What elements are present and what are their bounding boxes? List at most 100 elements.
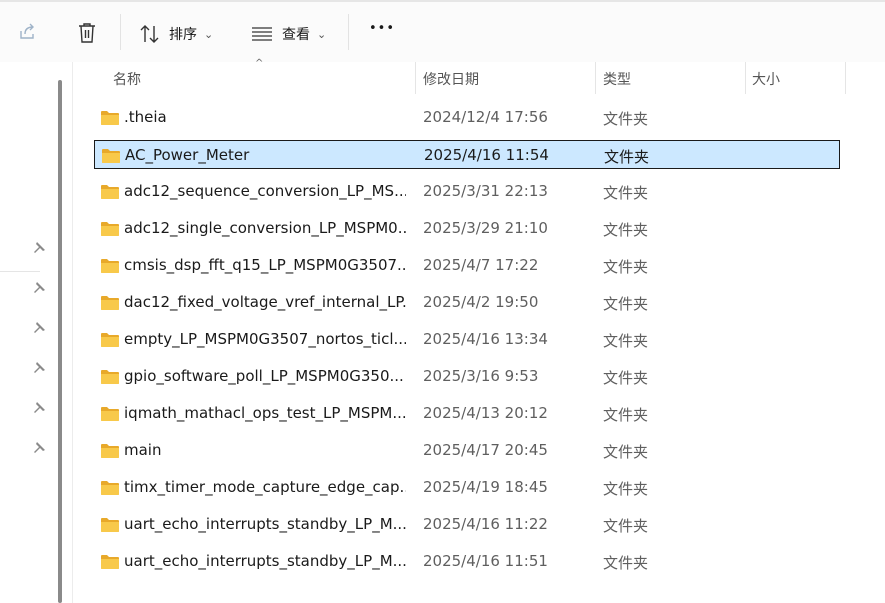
file-modified-date: 2025/3/31 22:13 [423, 182, 548, 200]
folder-icon [101, 481, 119, 495]
file-type: 文件夹 [603, 332, 649, 350]
file-type: 文件夹 [604, 148, 650, 166]
nav-scrollbar[interactable] [58, 80, 62, 603]
file-type: 文件夹 [603, 295, 649, 313]
view-button[interactable]: 查看 ⌄ [251, 24, 326, 44]
file-row[interactable]: dac12_fixed_voltage_vref_internal_LP... 2… [94, 288, 840, 317]
file-modified-date: 2025/4/16 11:22 [423, 515, 548, 533]
file-row[interactable]: timx_timer_mode_capture_edge_cap... 2025/… [94, 473, 840, 502]
folder-icon [101, 111, 119, 125]
file-row[interactable]: AC_Power_Meter 2025/4/16 11:54 文件夹 [94, 140, 840, 169]
pin-icon [34, 442, 45, 453]
file-name: uart_echo_interrupts_standby_LP_M... [124, 552, 406, 570]
file-name: adc12_sequence_conversion_LP_MS... [124, 182, 406, 200]
file-modified-date: 2025/4/17 20:45 [423, 441, 548, 459]
share-icon [20, 23, 34, 39]
pin-icon [34, 402, 45, 413]
file-name: AC_Power_Meter [125, 146, 250, 164]
folder-icon [101, 222, 119, 236]
folder-icon [101, 407, 119, 421]
file-name: timx_timer_mode_capture_edge_cap... [124, 478, 406, 496]
file-type: 文件夹 [603, 443, 649, 461]
column-size[interactable]: 大小 [752, 69, 780, 89]
file-type: 文件夹 [603, 221, 649, 239]
file-type: 文件夹 [603, 369, 649, 387]
file-modified-date: 2025/4/19 18:45 [423, 478, 548, 496]
file-name: cmsis_dsp_fft_q15_LP_MSPM0G3507... [124, 256, 406, 274]
sort-button[interactable]: 排序 ⌄ [139, 24, 213, 44]
file-modified-date: 2025/4/16 11:51 [423, 552, 548, 570]
toolbar-separator [120, 14, 121, 50]
file-type: 文件夹 [603, 554, 649, 572]
delete-button[interactable] [77, 22, 97, 44]
file-row[interactable]: .theia 2024/12/4 17:56 文件夹 [94, 103, 840, 132]
file-row[interactable]: uart_echo_interrupts_standby_LP_M... 2025… [94, 510, 840, 539]
file-row[interactable]: adc12_single_conversion_LP_MSPM0... 2025/… [94, 214, 840, 243]
file-modified-date: 2025/4/2 19:50 [423, 293, 539, 311]
folder-icon [102, 149, 120, 163]
column-name[interactable]: 名称 [113, 69, 141, 89]
file-row[interactable]: adc12_sequence_conversion_LP_MS... 2025/3… [94, 177, 840, 206]
file-name: dac12_fixed_voltage_vref_internal_LP... [124, 293, 406, 311]
folder-icon [101, 333, 119, 347]
pin-icon [34, 242, 45, 253]
file-modified-date: 2025/4/13 20:12 [423, 404, 548, 422]
sort-ascending-icon: ^ [255, 58, 264, 69]
file-row[interactable]: gpio_software_poll_LP_MSPM0G350... 2025/3… [94, 362, 840, 391]
file-type: 文件夹 [603, 184, 649, 202]
chevron-down-icon: ⌄ [204, 27, 214, 41]
file-modified-date: 2024/12/4 17:56 [423, 108, 548, 126]
trash-icon [79, 23, 95, 43]
file-row[interactable]: iqmath_mathacl_ops_test_LP_MSPM... 2025/4… [94, 399, 840, 428]
more-button[interactable]: ••• [369, 21, 395, 36]
folder-icon [101, 518, 119, 532]
share-button[interactable] [17, 22, 37, 42]
folder-icon [101, 555, 119, 569]
file-modified-date: 2025/4/16 13:34 [423, 330, 548, 348]
file-row[interactable]: uart_echo_interrupts_standby_LP_M... 2025… [94, 547, 840, 576]
file-modified-date: 2025/3/29 21:10 [423, 219, 548, 237]
file-row[interactable]: cmsis_dsp_fft_q15_LP_MSPM0G3507... 2025/4… [94, 251, 840, 280]
folder-icon [101, 259, 119, 273]
column-type[interactable]: 类型 [603, 69, 631, 89]
file-row[interactable]: empty_LP_MSPM0G3507_nortos_ticl... 2025/4… [94, 325, 840, 354]
column-separator[interactable] [415, 62, 416, 94]
more-icon: ••• [369, 21, 396, 36]
nav-divider [0, 271, 40, 272]
file-type: 文件夹 [603, 258, 649, 276]
folder-icon [101, 444, 119, 458]
column-separator[interactable] [595, 62, 596, 94]
pin-icon [34, 362, 45, 373]
command-bar: 排序 ⌄ 查看 ⌄ ••• [0, 0, 885, 62]
navigation-pane [0, 62, 62, 603]
file-modified-date: 2025/4/16 11:54 [424, 146, 549, 164]
file-name: iqmath_mathacl_ops_test_LP_MSPM... [124, 404, 406, 422]
sort-label: 排序 [169, 27, 197, 43]
column-modified[interactable]: 修改日期 [423, 69, 479, 89]
pin-icon [34, 282, 45, 293]
file-type: 文件夹 [603, 406, 649, 424]
file-type: 文件夹 [603, 480, 649, 498]
view-label: 查看 [282, 27, 310, 43]
column-header: ^ 名称 修改日期 类型 大小 [73, 58, 885, 94]
view-list-icon [252, 27, 272, 41]
sort-icon [140, 25, 159, 43]
folder-icon [101, 296, 119, 310]
column-separator[interactable] [845, 62, 846, 94]
file-name: uart_echo_interrupts_standby_LP_M... [124, 515, 406, 533]
chevron-down-icon: ⌄ [317, 27, 327, 41]
column-separator[interactable] [745, 62, 746, 94]
file-modified-date: 2025/4/7 17:22 [423, 256, 539, 274]
file-name: gpio_software_poll_LP_MSPM0G350... [124, 367, 404, 385]
file-type: 文件夹 [603, 110, 649, 128]
folder-icon [101, 185, 119, 199]
pin-icon [34, 322, 45, 333]
file-name: adc12_single_conversion_LP_MSPM0... [124, 219, 406, 237]
file-modified-date: 2025/3/16 9:53 [423, 367, 539, 385]
file-name: .theia [124, 108, 167, 126]
file-name: empty_LP_MSPM0G3507_nortos_ticl... [124, 330, 406, 348]
file-type: 文件夹 [603, 517, 649, 535]
folder-icon [101, 370, 119, 384]
pane-divider [72, 62, 73, 603]
file-row[interactable]: main 2025/4/17 20:45 文件夹 [94, 436, 840, 465]
